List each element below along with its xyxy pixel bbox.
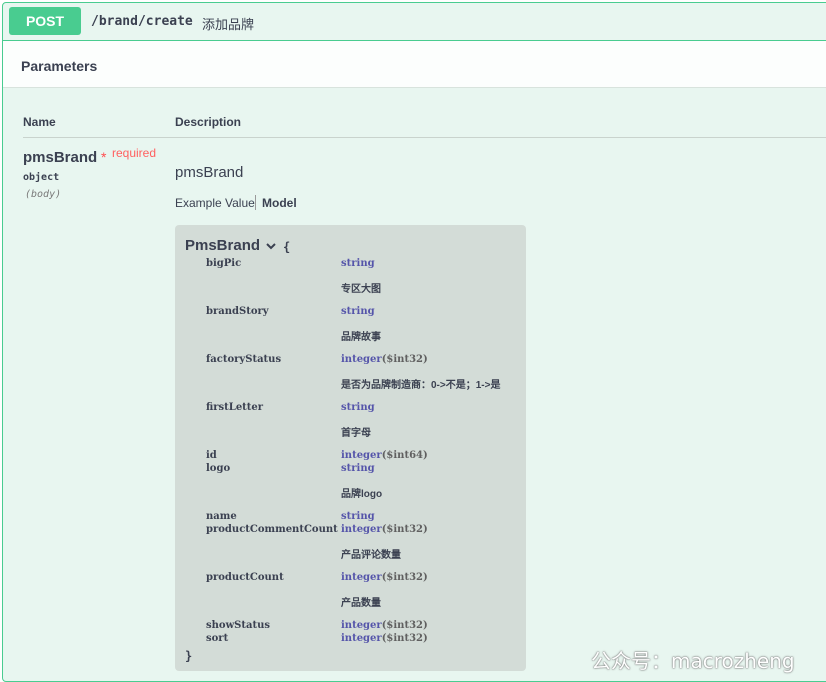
required-star: * <box>101 149 107 165</box>
tab-model[interactable]: Model <box>262 196 297 210</box>
model-property-description: 专区大图 <box>341 284 381 295</box>
model-property-format: ($int32) <box>381 633 428 644</box>
model-property-type-name: integer <box>341 524 382 535</box>
operation-path: /brand/create <box>91 14 193 29</box>
model-property-type: string <box>341 306 375 317</box>
model-property-format: ($int32) <box>381 620 428 631</box>
model-property-name: sort <box>206 633 229 644</box>
model-title[interactable]: PmsBrand <box>185 237 260 254</box>
model-property-description: 首字母 <box>341 428 371 439</box>
model-property-type: integer($int32) <box>341 633 428 644</box>
required-label: required <box>112 146 157 160</box>
model-property-type-name: string <box>341 463 375 474</box>
model-property-type-name: integer <box>341 354 382 365</box>
model-property-name: logo <box>206 463 231 474</box>
model-property-format: ($int64) <box>381 450 428 461</box>
operation-summary-text: 添加品牌 <box>202 17 255 32</box>
model-brace-open: { <box>283 240 291 254</box>
parameter-type: object <box>23 172 60 183</box>
model-property-type-name: integer <box>341 450 382 461</box>
model-property-type-name: integer <box>341 620 382 631</box>
model-brace-close: } <box>185 649 193 663</box>
parameter-location: (body) <box>25 189 62 200</box>
model-property-type: integer($int32) <box>341 354 428 365</box>
model-property-name: factoryStatus <box>206 354 282 365</box>
parameter-name: pmsBrand <box>23 149 98 166</box>
model-property-type: integer($int32) <box>341 524 428 535</box>
model-property-type-name: string <box>341 511 375 522</box>
model-property-type-name: integer <box>341 633 382 644</box>
table-divider <box>23 137 826 138</box>
model-property-format: ($int32) <box>381 354 428 365</box>
model-property-name: showStatus <box>206 620 271 631</box>
chevron-down-icon[interactable] <box>265 240 277 252</box>
model-schema-box: PmsBrand { bigPic string 专区大图 brandStory str… <box>175 225 526 671</box>
model-property-name: productCount <box>206 572 284 583</box>
model-property-type: integer($int32) <box>341 572 428 583</box>
model-property-type-name: string <box>341 258 375 269</box>
operation-summary[interactable]: POST /brand/create 添加品牌 <box>3 3 826 41</box>
model-property-type: string <box>341 402 375 413</box>
model-property-type: string <box>341 511 375 522</box>
model-property-type: integer($int32) <box>341 620 428 631</box>
model-property-description: 产品数量 <box>341 598 381 609</box>
model-property-type: string <box>341 463 375 474</box>
column-header-description: Description <box>175 115 242 129</box>
model-property-description: 品牌故事 <box>341 332 381 343</box>
model-property-type: integer($int64) <box>341 450 428 461</box>
model-property-description: 是否为品牌制造商：0->不是；1->是 <box>341 380 501 391</box>
model-property-type-name: integer <box>341 572 382 583</box>
parameters-title: Parameters <box>21 58 98 74</box>
model-property-type-name: string <box>341 402 375 413</box>
model-property-type: string <box>341 258 375 269</box>
model-property-name: name <box>206 511 237 522</box>
model-property-format: ($int32) <box>381 572 428 583</box>
model-property-type-name: string <box>341 306 375 317</box>
model-property-description: 产品评论数量 <box>341 550 401 561</box>
method-badge: POST <box>9 7 81 35</box>
tab-divider <box>255 195 256 210</box>
model-property-name: productCommentCount <box>206 524 338 535</box>
model-property-name: bigPic <box>206 258 242 269</box>
watermark: 公众号：macrozheng <box>591 649 795 673</box>
model-property-description: 品牌logo <box>341 489 383 500</box>
operation-block: POST /brand/create 添加品牌 Parameters Name … <box>2 2 826 682</box>
parameter-description: pmsBrand <box>175 164 244 181</box>
model-property-format: ($int32) <box>381 524 428 535</box>
model-property-name: id <box>206 450 217 461</box>
column-header-name: Name <box>23 115 56 129</box>
parameters-header: Parameters <box>3 41 826 88</box>
tab-example-value[interactable]: Example Value <box>175 196 255 210</box>
model-property-name: brandStory <box>206 306 269 317</box>
model-property-name: firstLetter <box>206 402 264 413</box>
